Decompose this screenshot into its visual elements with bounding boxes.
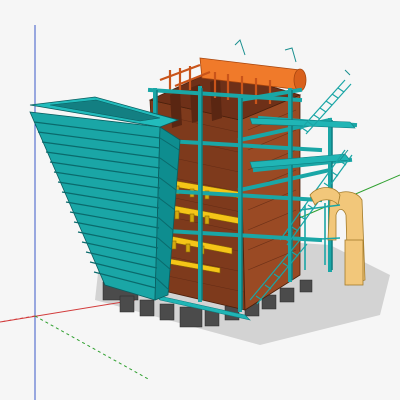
scene-canvas[interactable] <box>0 0 400 400</box>
drum-end <box>293 68 307 92</box>
modeling-viewport[interactable] <box>0 0 400 400</box>
hopper <box>29 96 181 301</box>
axis-green-dashed <box>34 315 151 381</box>
